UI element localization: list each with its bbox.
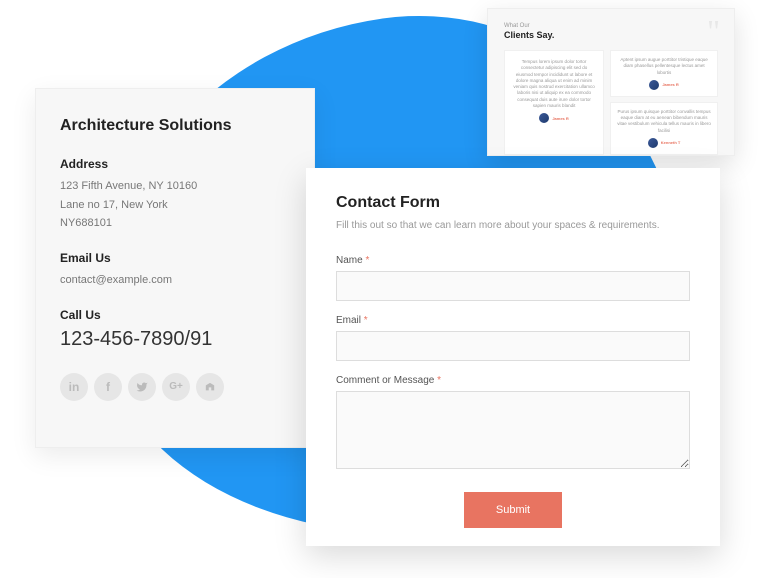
testimonial-2: Aptent ipsum augue porttitor tristique e… bbox=[610, 50, 718, 97]
testimonial-3: Purus ipsum quisque porttitor convallis … bbox=[610, 102, 718, 155]
facebook-icon[interactable]: f bbox=[94, 373, 122, 401]
testimonials-header: What Our bbox=[504, 23, 718, 29]
submit-button[interactable]: Submit bbox=[464, 492, 562, 528]
required-mark: * bbox=[364, 315, 368, 326]
email-label: Email Us bbox=[60, 251, 290, 265]
address-line3: NY688101 bbox=[60, 214, 290, 233]
testimonial-1-text: Tempus lorem ipsum dolor tortor consecte… bbox=[513, 59, 595, 109]
avatar bbox=[649, 80, 659, 90]
avatar bbox=[539, 113, 549, 123]
contact-form-title: Contact Form bbox=[336, 194, 690, 212]
address-line1: 123 Fifth Avenue, NY 10160 bbox=[60, 177, 290, 196]
address-section: Address 123 Fifth Avenue, NY 10160 Lane … bbox=[60, 157, 290, 233]
testimonial-1-author: James R bbox=[513, 113, 595, 123]
quote-icon: " bbox=[707, 15, 720, 47]
testimonial-2-text: Aptent ipsum augue porttitor tristique e… bbox=[617, 57, 711, 76]
contact-info-card: Architecture Solutions Address 123 Fifth… bbox=[35, 88, 315, 448]
avatar bbox=[648, 138, 658, 148]
contact-form-card: Contact Form Fill this out so that we ca… bbox=[306, 168, 720, 546]
testimonial-1: Tempus lorem ipsum dolor tortor consecte… bbox=[504, 50, 604, 155]
twitter-icon[interactable] bbox=[128, 373, 156, 401]
contact-form-subtitle: Fill this out so that we can learn more … bbox=[336, 220, 690, 231]
comment-textarea[interactable] bbox=[336, 391, 690, 469]
author-name-3: Kenneth T bbox=[661, 140, 681, 146]
testimonial-2-author: James R bbox=[617, 80, 711, 90]
name-input[interactable] bbox=[336, 271, 690, 301]
phone-label: Call Us bbox=[60, 308, 290, 322]
houzz-icon[interactable] bbox=[196, 373, 224, 401]
linkedin-icon[interactable]: in bbox=[60, 373, 88, 401]
address-line2: Lane no 17, New York bbox=[60, 196, 290, 215]
email-input[interactable] bbox=[336, 331, 690, 361]
required-mark: * bbox=[437, 375, 441, 386]
googleplus-icon[interactable]: G+ bbox=[162, 373, 190, 401]
name-field-group: Name * bbox=[336, 255, 690, 301]
email-value: contact@example.com bbox=[60, 271, 290, 290]
author-name-1: James R bbox=[552, 116, 568, 122]
address-label: Address bbox=[60, 157, 290, 171]
testimonial-3-author: Kenneth T bbox=[617, 138, 711, 148]
comment-label: Comment or Message * bbox=[336, 375, 690, 386]
testimonials-title: Clients Say. bbox=[504, 30, 718, 40]
name-label: Name * bbox=[336, 255, 690, 266]
testimonials-card: " What Our Clients Say. Tempus lorem ips… bbox=[487, 8, 735, 156]
required-mark: * bbox=[365, 255, 369, 266]
email-section: Email Us contact@example.com bbox=[60, 251, 290, 290]
author-name-2: James R bbox=[662, 82, 678, 88]
phone-section: Call Us 123-456-7890/91 bbox=[60, 308, 290, 351]
social-icons-row: in f G+ bbox=[60, 373, 290, 401]
testimonial-3-text: Purus ipsum quisque porttitor convallis … bbox=[617, 109, 711, 134]
phone-value: 123-456-7890/91 bbox=[60, 328, 290, 351]
email-field-group: Email * bbox=[336, 315, 690, 361]
testimonials-grid: Tempus lorem ipsum dolor tortor consecte… bbox=[504, 50, 718, 155]
comment-field-group: Comment or Message * bbox=[336, 375, 690, 474]
email-form-label: Email * bbox=[336, 315, 690, 326]
company-title: Architecture Solutions bbox=[60, 117, 290, 135]
